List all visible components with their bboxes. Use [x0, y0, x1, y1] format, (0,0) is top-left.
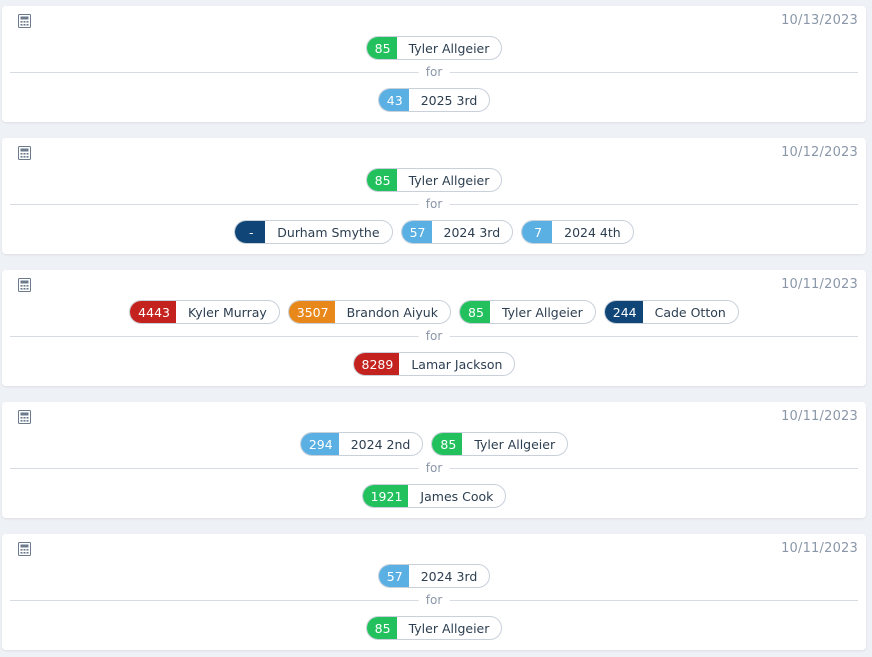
pill-rank: 7 — [522, 221, 553, 243]
pill-rank: 57 — [401, 221, 432, 243]
receives-row: 43 2025 3rd — [2, 88, 866, 112]
player-pill[interactable]: 7 2024 4th — [521, 220, 634, 244]
player-pill[interactable]: 1921 James Cook — [361, 484, 507, 508]
pill-name: Durham Smythe — [277, 224, 380, 240]
trade-date: 10/11/2023 — [781, 277, 858, 292]
pill-rank: 4443 — [130, 301, 176, 323]
receives-row: 8289 Lamar Jackson — [2, 352, 866, 376]
calculator-icon[interactable] — [18, 14, 31, 28]
pill-name: Brandon Aiyuk — [346, 304, 438, 320]
pill-name: Cade Otton — [654, 304, 726, 320]
player-pill[interactable]: 244 Cade Otton — [603, 300, 739, 324]
pill-name: Kyler Murray — [187, 304, 267, 320]
pill-name: 2025 3rd — [420, 92, 478, 108]
calculator-icon[interactable] — [18, 146, 31, 160]
player-pill[interactable]: 85 Tyler Allgeier — [458, 300, 596, 324]
gives-row: 85 Tyler Allgeier — [2, 168, 866, 192]
pill-name: 2024 3rd — [420, 568, 478, 584]
trade-card: 10/12/2023 85 Tyler Allgeier for - Durham … — [2, 138, 866, 254]
pill-rank: 8289 — [353, 353, 400, 375]
pill-name: 2024 3rd — [443, 224, 501, 240]
pill-rank: 3507 — [288, 301, 335, 323]
gives-row: 4443 Kyler Murray 3507 Brandon Aiyuk 85 Tyler… — [2, 300, 866, 324]
trade-date: 10/13/2023 — [781, 13, 858, 28]
pill-name: Tyler Allgeier — [408, 172, 490, 188]
pill-name: Tyler Allgeier — [474, 436, 556, 452]
player-pill[interactable]: 43 2025 3rd — [377, 88, 491, 112]
for-label: for — [418, 64, 450, 80]
player-pill[interactable]: 85 Tyler Allgeier — [365, 616, 503, 640]
player-pill[interactable]: - Durham Smythe — [234, 220, 393, 244]
receives-row: - Durham Smythe 57 2024 3rd 7 2024 4th — [2, 220, 866, 244]
trade-date: 10/12/2023 — [781, 145, 858, 160]
pill-rank: 43 — [378, 89, 409, 111]
pill-name: Tyler Allgeier — [501, 304, 583, 320]
pill-rank: 85 — [459, 301, 490, 323]
pill-name: 2024 2nd — [350, 436, 411, 452]
pill-rank: 244 — [604, 301, 643, 323]
player-pill[interactable]: 85 Tyler Allgeier — [365, 36, 503, 60]
receives-row: 1921 James Cook — [2, 484, 866, 508]
player-pill[interactable]: 8289 Lamar Jackson — [352, 352, 516, 376]
pill-rank: - — [235, 221, 266, 243]
pill-rank: 85 — [366, 617, 397, 639]
pill-name: Tyler Allgeier — [408, 40, 490, 56]
gives-row: 294 2024 2nd 85 Tyler Allgeier — [2, 432, 866, 456]
pill-rank: 85 — [366, 37, 397, 59]
for-label: for — [418, 328, 450, 344]
pill-rank: 1921 — [362, 485, 409, 507]
player-pill[interactable]: 85 Tyler Allgeier — [431, 432, 569, 456]
trade-card: 10/11/2023 294 2024 2nd 85 Tyler Allgeier f… — [2, 402, 866, 518]
gives-row: 85 Tyler Allgeier — [2, 36, 866, 60]
calculator-icon[interactable] — [18, 278, 31, 292]
player-pill[interactable]: 3507 Brandon Aiyuk — [287, 300, 451, 324]
player-pill[interactable]: 85 Tyler Allgeier — [365, 168, 503, 192]
pill-rank: 85 — [366, 169, 397, 191]
trade-date: 10/11/2023 — [781, 409, 858, 424]
receives-row: 85 Tyler Allgeier — [2, 616, 866, 640]
for-label: for — [418, 196, 450, 212]
trade-card: 10/11/2023 4443 Kyler Murray 3507 Brandon A… — [2, 270, 866, 386]
trade-card: 10/11/2023 57 2024 3rd for 85 Tyler Allgei… — [2, 534, 866, 650]
player-pill[interactable]: 57 2024 3rd — [400, 220, 514, 244]
calculator-icon[interactable] — [18, 542, 31, 556]
for-label: for — [418, 592, 450, 608]
trade-card: 10/13/2023 85 Tyler Allgeier for 43 2025 3… — [2, 6, 866, 122]
gives-row: 57 2024 3rd — [2, 564, 866, 588]
pill-name: Lamar Jackson — [411, 356, 503, 372]
pill-name: Tyler Allgeier — [408, 620, 490, 636]
trade-date: 10/11/2023 — [781, 541, 858, 556]
for-label: for — [418, 460, 450, 476]
pill-name: James Cook — [420, 488, 494, 504]
player-pill[interactable]: 57 2024 3rd — [377, 564, 491, 588]
pill-rank: 57 — [378, 565, 409, 587]
pill-rank: 294 — [300, 433, 339, 455]
pill-name: 2024 4th — [564, 224, 621, 240]
player-pill[interactable]: 4443 Kyler Murray — [129, 300, 280, 324]
calculator-icon[interactable] — [18, 410, 31, 424]
pill-rank: 85 — [432, 433, 463, 455]
player-pill[interactable]: 294 2024 2nd — [299, 432, 424, 456]
